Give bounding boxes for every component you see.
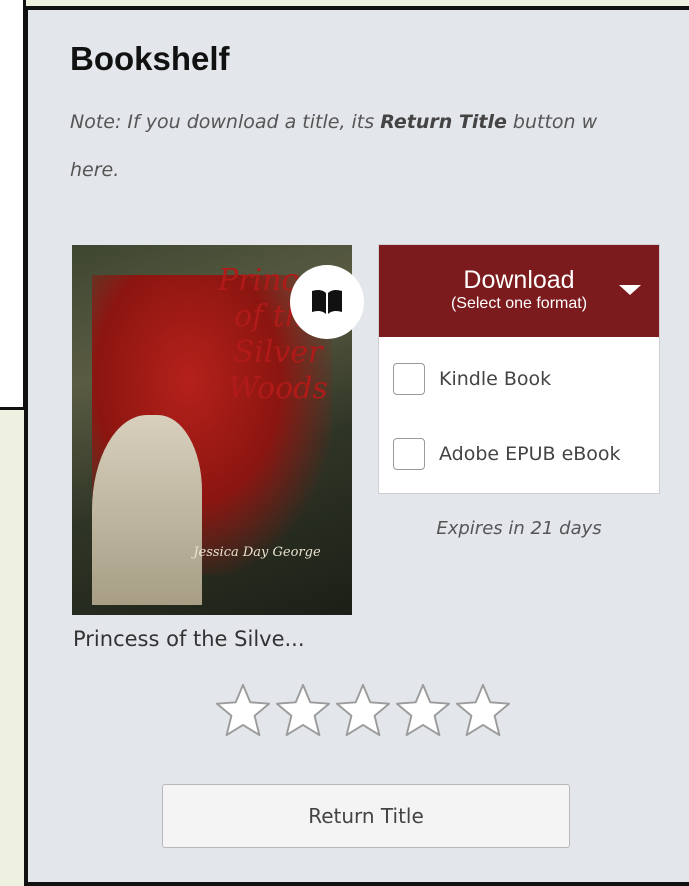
note-bold-text: Return Title bbox=[380, 111, 507, 133]
read-book-button[interactable] bbox=[290, 265, 364, 339]
caret-down-icon bbox=[619, 285, 641, 295]
star-outline-icon[interactable] bbox=[214, 682, 272, 738]
format-option-label: Adobe EPUB eBook bbox=[439, 443, 621, 465]
star-outline-icon[interactable] bbox=[454, 682, 512, 738]
star-outline-icon[interactable] bbox=[394, 682, 452, 738]
star-rating[interactable] bbox=[214, 682, 512, 738]
download-sublabel: (Select one format) bbox=[450, 295, 588, 312]
format-option-epub[interactable]: Adobe EPUB eBook bbox=[393, 434, 621, 474]
bookshelf-panel: Bookshelf Note: If you download a title,… bbox=[24, 6, 689, 886]
open-book-icon bbox=[312, 289, 342, 314]
format-option-kindle[interactable]: Kindle Book bbox=[393, 359, 551, 399]
kindle-checkbox[interactable] bbox=[393, 363, 425, 395]
note-line-2: here. bbox=[70, 159, 120, 181]
star-outline-icon[interactable] bbox=[334, 682, 392, 738]
epub-checkbox[interactable] bbox=[393, 438, 425, 470]
download-label: Download bbox=[463, 266, 575, 294]
expires-text: Expires in 21 days bbox=[436, 518, 602, 539]
star-outline-icon[interactable] bbox=[274, 682, 332, 738]
cover-author-text: Jessica Day George bbox=[193, 545, 321, 560]
note-suffix: button w bbox=[506, 111, 598, 133]
background-window-frame bbox=[0, 0, 26, 410]
download-button[interactable]: Download (Select one format) bbox=[379, 245, 659, 337]
note-prefix: Note: If you download a title, its bbox=[70, 111, 381, 133]
return-title-button[interactable]: Return Title bbox=[162, 784, 570, 848]
format-option-label: Kindle Book bbox=[439, 368, 552, 390]
book-title[interactable]: Princess of the Silve... bbox=[73, 627, 305, 651]
bookshelf-note: Note: If you download a title, its Retur… bbox=[70, 98, 689, 194]
cover-art-dress bbox=[92, 415, 202, 605]
download-panel: Download (Select one format) Kindle Book… bbox=[378, 244, 660, 494]
page-title: Bookshelf bbox=[70, 40, 230, 77]
